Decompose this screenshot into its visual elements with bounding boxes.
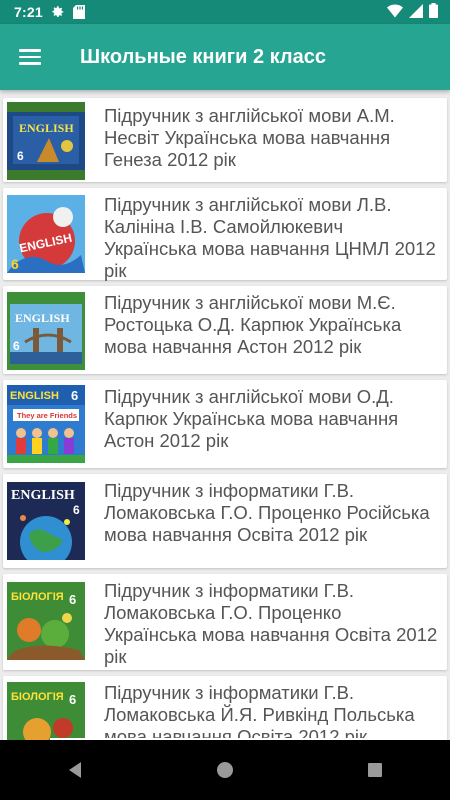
- book-cover-image: ENGLISH 6: [7, 482, 85, 560]
- svg-text:6: 6: [69, 692, 76, 707]
- book-title: Підручник з інформатики Г.В. Ломаковська…: [104, 580, 438, 667]
- book-list-item[interactable]: ENGLISH 6 Підручник з англійської мови А…: [3, 98, 447, 182]
- cover-title-text: ENGLISH: [10, 390, 59, 402]
- cover-title-text: БІОЛОГІЯ: [11, 691, 64, 703]
- book-title: Підручник з інформатики Г.В. Ломаковська…: [104, 480, 430, 545]
- status-time: 7:21: [14, 4, 43, 20]
- sd-card-icon: [72, 5, 85, 19]
- cover-title-text: ENGLISH: [15, 311, 70, 325]
- recents-icon[interactable]: [345, 740, 405, 800]
- svg-text:6: 6: [13, 339, 20, 353]
- svg-text:They are Friends: They are Friends: [17, 411, 77, 420]
- book-title: Підручник з англійської мови М.Є. Ростоц…: [104, 292, 402, 357]
- book-title: Підручник з інформатики Г.В. Ломаковська…: [104, 682, 415, 740]
- wifi-icon: [387, 4, 403, 21]
- status-bar: 7:21: [0, 0, 450, 24]
- page-title: Школьные книги 2 класс: [80, 45, 326, 68]
- hamburger-menu-icon[interactable]: [0, 24, 60, 90]
- book-cover-image: ENGLISH 6: [7, 102, 85, 180]
- home-icon[interactable]: [195, 740, 255, 800]
- book-cover-image: ENGLISH 6: [7, 292, 85, 370]
- book-list-item[interactable]: БІОЛОГІЯ 6 Підручник з інформатики Г.В. …: [3, 574, 447, 670]
- signal-icon: [409, 3, 423, 21]
- book-list-item[interactable]: ENGLISH 6 Підручник з англійської мови Л…: [3, 188, 447, 281]
- battery-icon: [429, 3, 438, 21]
- book-cover-image: ENGLISH 6: [7, 195, 85, 273]
- book-cover-image: БІОЛОГІЯ 6: [7, 582, 85, 660]
- book-list-item[interactable]: ENGLISH 6 They are Friends Підручник з а…: [3, 380, 447, 468]
- book-title: Підручник з англійської мови А.М. Несвіт…: [104, 105, 395, 170]
- svg-text:6: 6: [17, 149, 24, 163]
- book-list[interactable]: ENGLISH 6 Підручник з англійської мови А…: [0, 90, 450, 740]
- svg-text:6: 6: [11, 256, 19, 272]
- book-list-item[interactable]: ENGLISH 6 Підручник з англійської мови М…: [3, 286, 447, 374]
- book-cover-image: ENGLISH 6 They are Friends: [7, 385, 85, 463]
- svg-text:6: 6: [73, 503, 80, 517]
- cover-title-text: ENGLISH: [11, 488, 75, 503]
- gear-icon: [51, 5, 65, 19]
- cover-title-text: ENGLISH: [19, 121, 74, 135]
- back-icon[interactable]: [45, 740, 105, 800]
- book-cover-image: БІОЛОГІЯ 6: [7, 682, 85, 740]
- svg-text:6: 6: [71, 388, 78, 403]
- book-title: Підручник з англійської мови О.Д. Карпюк…: [104, 386, 399, 451]
- book-title: Підручник з англійської мови Л.В. Каліні…: [104, 194, 436, 281]
- system-nav-bar: [0, 740, 450, 800]
- app-toolbar: Школьные книги 2 класс: [0, 24, 450, 90]
- book-list-item[interactable]: БІОЛОГІЯ 6 Підручник з інформатики Г.В. …: [3, 676, 447, 740]
- svg-text:6: 6: [69, 592, 76, 607]
- cover-title-text: БІОЛОГІЯ: [11, 591, 64, 603]
- book-list-item[interactable]: ENGLISH 6 Підручник з інформатики Г.В. Л…: [3, 474, 447, 568]
